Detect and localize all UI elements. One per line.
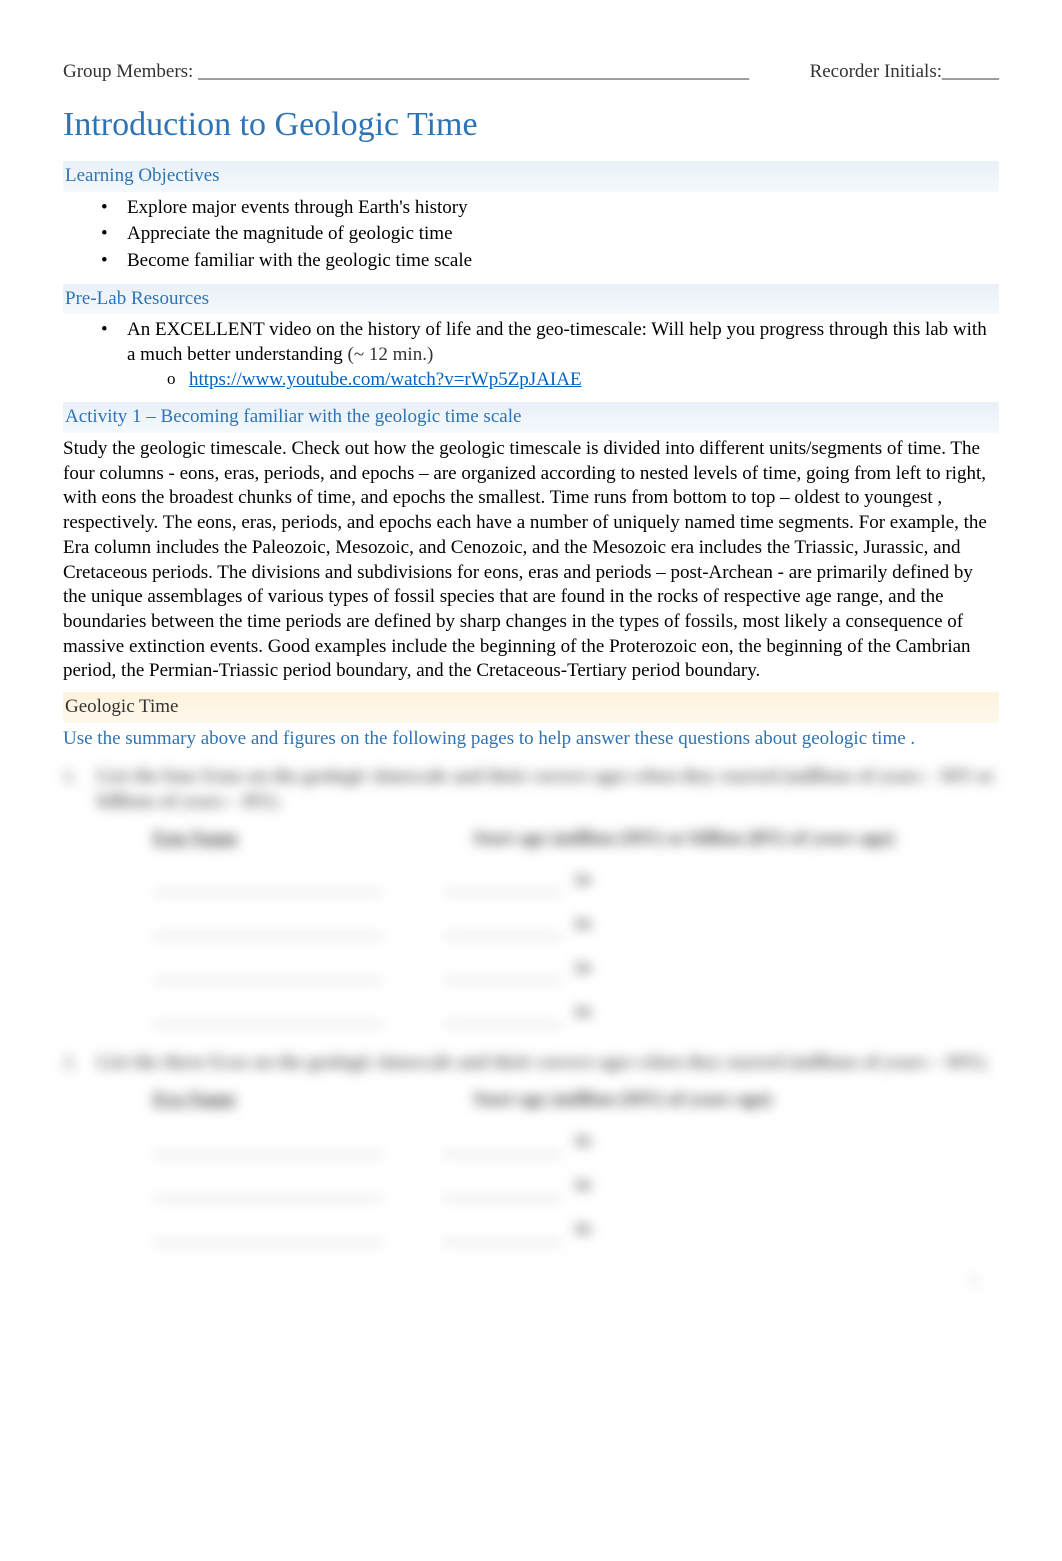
blurred-content: 1. List the four Eons on the geologic ti… [63,765,999,1292]
group-members-field[interactable]: Group Members: _________________________… [63,60,749,85]
table-row [153,875,999,893]
geologic-time-heading: Geologic Time [63,692,999,723]
page-number: 1 [63,1269,999,1292]
learning-objectives-heading: Learning Objectives [63,161,999,192]
learning-objectives-list: Explore major events through Earth's his… [63,196,999,274]
blank-field[interactable] [443,1181,563,1199]
question-number: 1. [63,765,85,814]
answer-table: Eon Name Start age (million (MY) or bill… [153,827,999,1026]
list-item: An EXCELLENT video on the history of lif… [107,318,999,392]
column-header: Start age (million (MY) of years ago) [473,1088,772,1113]
activity1-heading: Activity 1 – Becoming familiar with the … [63,402,999,433]
table-row [153,1007,999,1025]
prelab-text: An EXCELLENT video on the history of lif… [127,319,987,365]
prelab-sublist: https://www.youtube.com/watch?v=rWp5ZpJA… [127,368,999,393]
answer-table: Era Name Start age (million (MY) of year… [153,1088,999,1243]
blank-field[interactable] [153,1225,383,1243]
recorder-initials-field[interactable]: Recorder Initials:______ [810,60,999,85]
blank-field[interactable] [443,875,563,893]
blank-field[interactable] [153,875,383,893]
question-number: 2. [63,1051,85,1076]
column-header: Start age (million (MY) or billion (BY) … [473,827,894,852]
column-header: Eon Name [153,827,413,852]
table-row [153,963,999,981]
page-title: Introduction to Geologic Time [63,103,999,147]
list-item: Become familiar with the geologic time s… [107,249,999,274]
question-text: List the four Eons on the geologic times… [97,765,999,814]
table-row [153,1225,999,1243]
prelab-list: An EXCELLENT video on the history of lif… [63,318,999,392]
table-header: Era Name Start age (million (MY) of year… [153,1088,999,1113]
blank-field[interactable] [443,963,563,981]
table-row [153,1137,999,1155]
geologic-time-instruction: Use the summary above and figures on the… [63,727,999,752]
blank-field[interactable] [153,1137,383,1155]
blank-field[interactable] [443,1137,563,1155]
duration-note: (~ 12 min.) [348,344,434,365]
blank-field[interactable] [153,919,383,937]
table-row [153,919,999,937]
blank-field[interactable] [443,1225,563,1243]
blank-field[interactable] [443,919,563,937]
table-row [153,1181,999,1199]
question-row: 1. List the four Eons on the geologic ti… [63,765,999,814]
question-text: List the three Eras on the geologic time… [97,1051,999,1076]
list-item: Appreciate the magnitude of geologic tim… [107,222,999,247]
column-header: Era Name [153,1088,413,1113]
prelab-heading: Pre-Lab Resources [63,284,999,315]
document-header: Group Members: _________________________… [63,60,999,85]
activity1-body: Study the geologic timescale. Check out … [63,437,999,684]
blank-field[interactable] [153,1181,383,1199]
list-item: Explore major events through Earth's his… [107,196,999,221]
blank-field[interactable] [153,1007,383,1025]
question-row: 2. List the three Eras on the geologic t… [63,1051,999,1076]
list-item: https://www.youtube.com/watch?v=rWp5ZpJA… [167,368,999,393]
table-header: Eon Name Start age (million (MY) or bill… [153,827,999,852]
video-link[interactable]: https://www.youtube.com/watch?v=rWp5ZpJA… [189,369,582,390]
blank-field[interactable] [153,963,383,981]
blank-field[interactable] [443,1007,563,1025]
